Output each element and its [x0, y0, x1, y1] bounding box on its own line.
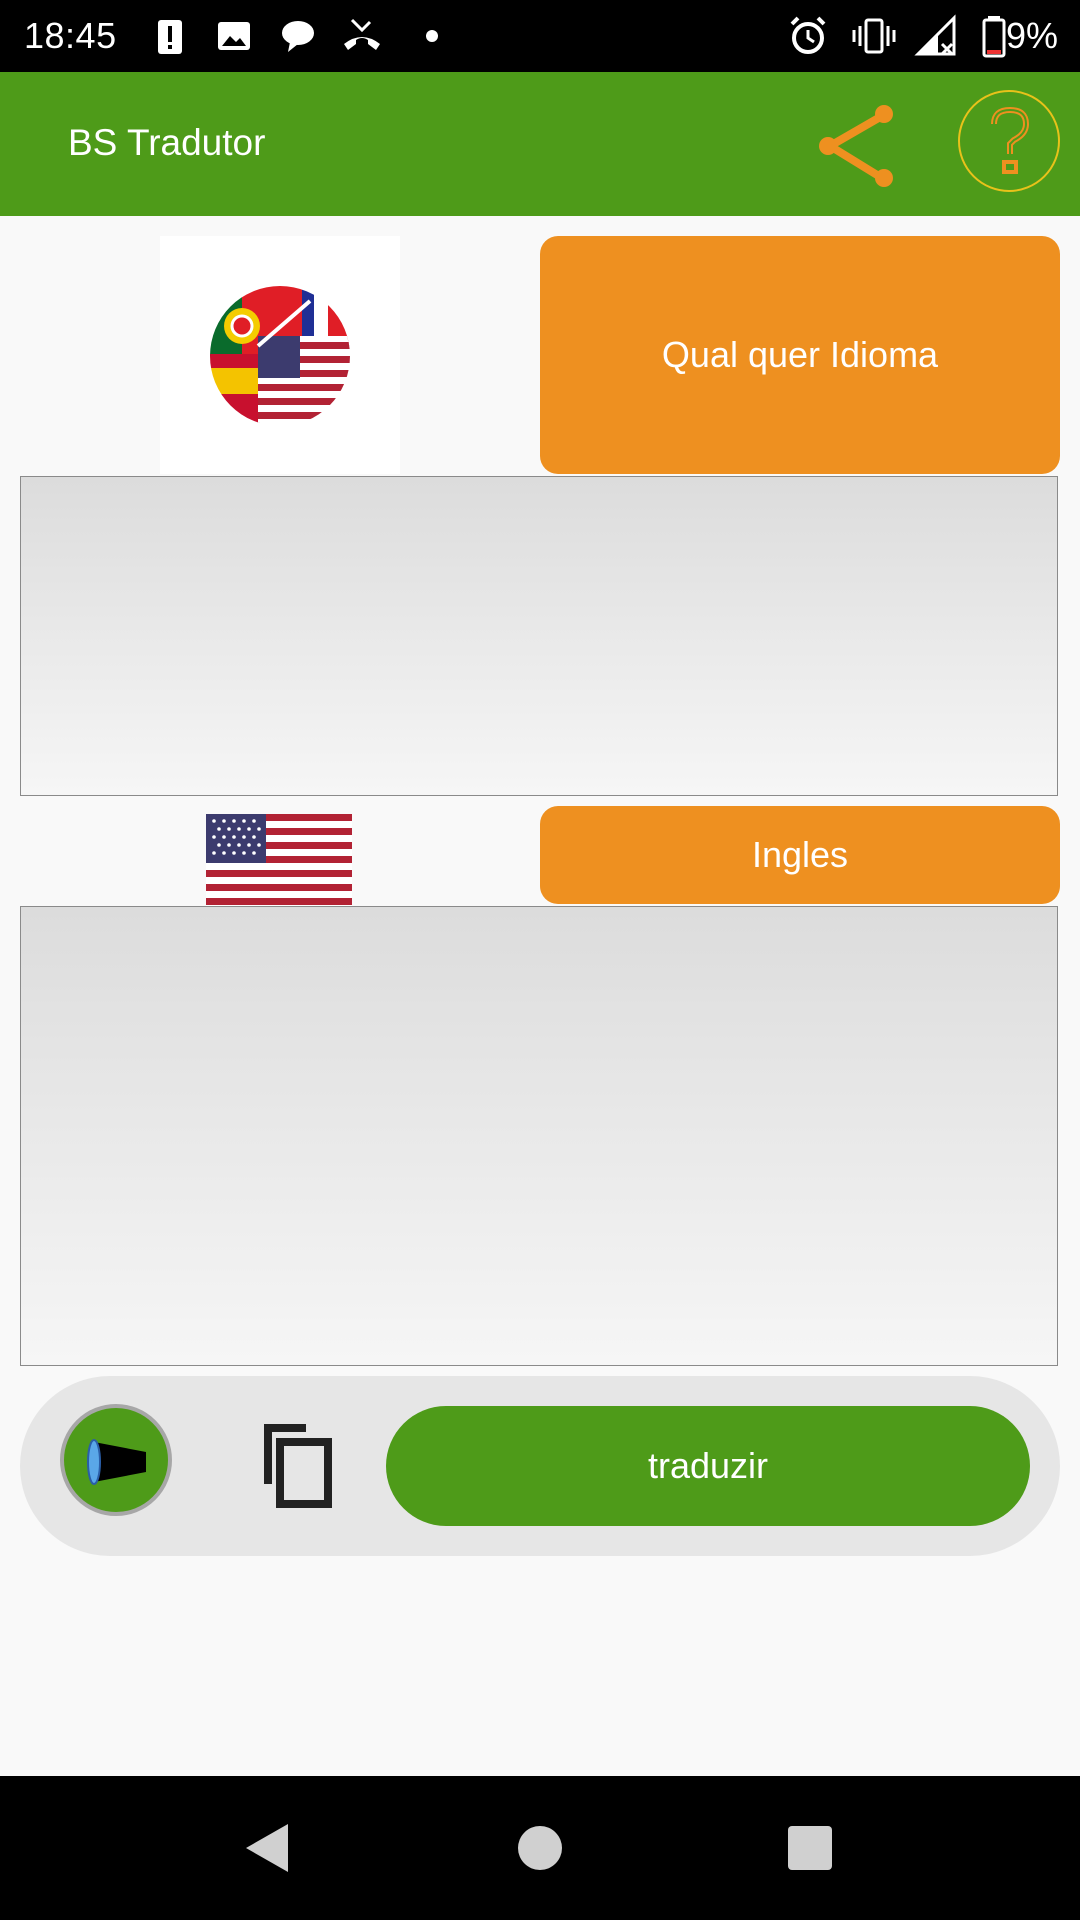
navigation-bar: [0, 1776, 1080, 1920]
home-icon[interactable]: [504, 1812, 576, 1884]
source-text-input[interactable]: [20, 476, 1058, 796]
target-text-output[interactable]: [20, 906, 1058, 1366]
chat-bubble-icon: [282, 21, 314, 52]
multi-language-flags-icon: [210, 286, 350, 426]
missed-call-icon: [344, 18, 380, 50]
back-icon[interactable]: [232, 1812, 304, 1884]
translate-label: traduzir: [647, 1445, 769, 1486]
source-language-label: Qual quer Idioma: [661, 334, 939, 375]
vibrate-icon: [852, 18, 896, 54]
status-bar: 18:45 9%: [0, 0, 1080, 72]
dot-icon: [426, 30, 438, 42]
us-flag-icon[interactable]: [206, 814, 352, 906]
app-title: BS Tradutor: [68, 122, 266, 163]
signal-icon: [914, 14, 956, 56]
status-time: 18:45: [24, 15, 117, 56]
source-flag-image[interactable]: [160, 236, 400, 474]
alert-icon: [158, 20, 182, 54]
help-button[interactable]: [958, 90, 1060, 192]
target-language-label: Ingles: [751, 834, 849, 875]
speak-button[interactable]: [60, 1404, 172, 1516]
copy-icon[interactable]: [256, 1422, 346, 1512]
app-bar: BS Tradutor: [0, 72, 1080, 216]
share-icon[interactable]: [812, 96, 912, 196]
image-icon: [218, 22, 250, 50]
speaker-icon: [87, 1439, 146, 1485]
action-bar: traduzir: [20, 1376, 1060, 1556]
battery-percent: 9%: [1005, 15, 1058, 56]
translate-button[interactable]: traduzir: [386, 1406, 1030, 1526]
alarm-icon: [790, 16, 826, 54]
target-language-button[interactable]: Ingles: [540, 806, 1060, 904]
source-language-button[interactable]: Qual quer Idioma: [540, 236, 1060, 474]
help-icon: [991, 106, 1030, 174]
recents-icon[interactable]: [774, 1812, 846, 1884]
